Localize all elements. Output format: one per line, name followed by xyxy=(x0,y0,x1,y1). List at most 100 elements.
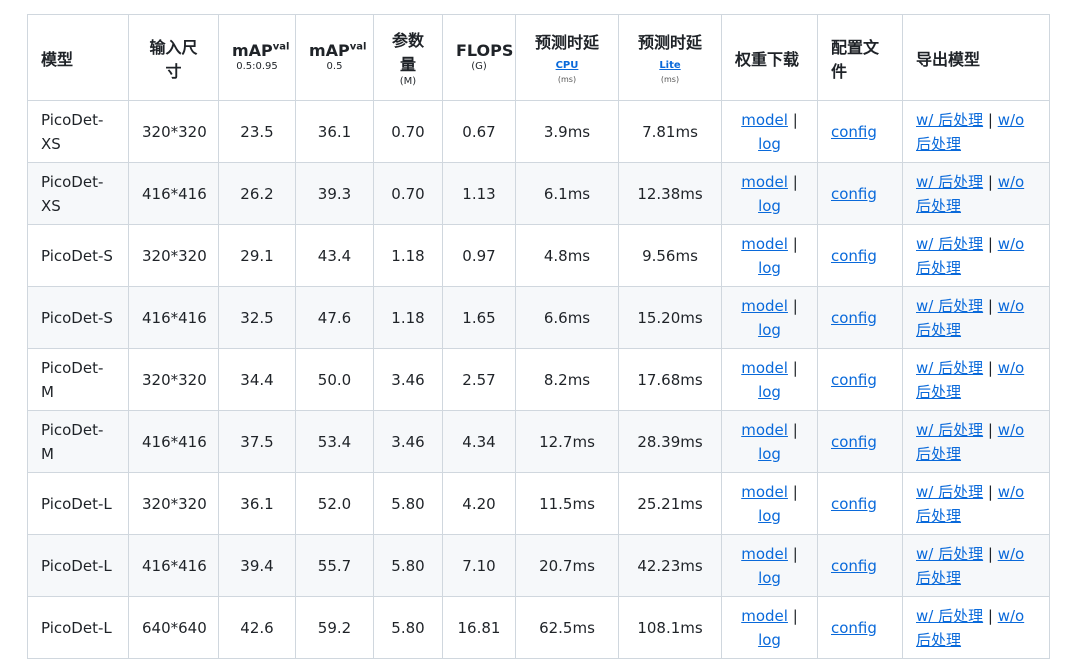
link-separator: | xyxy=(983,358,998,377)
model-weights-link[interactable]: model xyxy=(741,297,788,315)
link-separator: | xyxy=(983,420,998,439)
header-latency-cpu: 预测时延 CPU (ms) xyxy=(515,14,619,101)
config-link[interactable]: config xyxy=(831,619,877,637)
export-with-postprocess-link[interactable]: w/ 后处理 xyxy=(916,483,983,501)
table-row: PicoDet-XS 320*320 23.5 36.1 0.70 0.67 3.9ms 7.… xyxy=(27,100,1050,163)
cell-input-size: 640*640 xyxy=(128,596,219,659)
picodet-model-table: 模型 输入尺寸 mAPval 0.5:0.95 mAPval 0.5 参数量 (… xyxy=(27,14,1050,659)
model-weights-link[interactable]: model xyxy=(741,359,788,377)
training-log-link[interactable]: log xyxy=(758,321,781,339)
cell-model: PicoDet-S xyxy=(27,224,129,287)
config-link[interactable]: config xyxy=(831,433,877,451)
cell-map-0.5-0.95: 39.4 xyxy=(218,534,296,597)
export-with-postprocess-link[interactable]: w/ 后处理 xyxy=(916,359,983,377)
cell-latency-lite: 9.56ms xyxy=(618,224,722,287)
cell-latency-lite: 12.38ms xyxy=(618,162,722,225)
cell-params: 1.18 xyxy=(373,286,443,349)
header-map-0.5: mAPval 0.5 xyxy=(295,14,374,101)
export-with-postprocess-link[interactable]: w/ 后处理 xyxy=(916,173,983,191)
link-separator: | xyxy=(983,606,998,625)
model-weights-link[interactable]: model xyxy=(741,545,788,563)
training-log-link[interactable]: log xyxy=(758,259,781,277)
cell-map-0.5-0.95: 42.6 xyxy=(218,596,296,659)
link-separator: | xyxy=(787,544,798,563)
table-row: PicoDet-S 320*320 29.1 43.4 1.18 0.97 4.8ms 9.5… xyxy=(27,224,1050,287)
cell-input-size: 416*416 xyxy=(128,162,219,225)
cell-input-size: 320*320 xyxy=(128,100,219,163)
table-row: PicoDet-L 640*640 42.6 59.2 5.80 16.81 62.5ms 1… xyxy=(27,596,1050,659)
model-weights-link[interactable]: model xyxy=(741,111,788,129)
cell-config-file: config xyxy=(817,100,903,163)
config-link[interactable]: config xyxy=(831,185,877,203)
cell-latency-lite: 42.23ms xyxy=(618,534,722,597)
cell-flops: 1.65 xyxy=(442,286,516,349)
training-log-link[interactable]: log xyxy=(758,383,781,401)
config-link[interactable]: config xyxy=(831,309,877,327)
training-log-link[interactable]: log xyxy=(758,445,781,463)
link-separator: | xyxy=(787,172,798,191)
cell-map-0.5-0.95: 26.2 xyxy=(218,162,296,225)
model-weights-link[interactable]: model xyxy=(741,607,788,625)
link-separator: | xyxy=(983,482,998,501)
config-link[interactable]: config xyxy=(831,371,877,389)
model-weights-link[interactable]: model xyxy=(741,173,788,191)
lite-link[interactable]: Lite xyxy=(659,59,680,73)
table-row: PicoDet-L 416*416 39.4 55.7 5.80 7.10 20.7ms 42… xyxy=(27,534,1050,597)
cell-map-0.5: 53.4 xyxy=(295,410,374,473)
cell-config-file: config xyxy=(817,162,903,225)
cell-latency-cpu: 11.5ms xyxy=(515,472,619,535)
cell-model: PicoDet-S xyxy=(27,286,129,349)
model-weights-link[interactable]: model xyxy=(741,421,788,439)
export-with-postprocess-link[interactable]: w/ 后处理 xyxy=(916,111,983,129)
cell-model: PicoDet-M xyxy=(27,348,129,411)
cell-export-model: w/ 后处理 | w/o 后处理 xyxy=(902,410,1050,473)
table-row: PicoDet-M 416*416 37.5 53.4 3.46 4.34 12.7ms 28… xyxy=(27,410,1050,473)
model-weights-link[interactable]: model xyxy=(741,483,788,501)
cell-flops: 4.34 xyxy=(442,410,516,473)
cell-weights-download: model | log xyxy=(721,348,818,411)
config-link[interactable]: config xyxy=(831,247,877,265)
config-link[interactable]: config xyxy=(831,123,877,141)
header-input-size: 输入尺寸 xyxy=(128,14,219,101)
export-with-postprocess-link[interactable]: w/ 后处理 xyxy=(916,545,983,563)
export-with-postprocess-link[interactable]: w/ 后处理 xyxy=(916,421,983,439)
cell-params: 5.80 xyxy=(373,534,443,597)
cell-flops: 1.13 xyxy=(442,162,516,225)
model-weights-link[interactable]: model xyxy=(741,235,788,253)
header-export-model: 导出模型 xyxy=(902,14,1050,101)
cell-model: PicoDet-L xyxy=(27,596,129,659)
export-with-postprocess-link[interactable]: w/ 后处理 xyxy=(916,235,983,253)
cell-map-0.5-0.95: 29.1 xyxy=(218,224,296,287)
link-separator: | xyxy=(787,420,798,439)
cell-model: PicoDet-M xyxy=(27,410,129,473)
cell-weights-download: model | log xyxy=(721,286,818,349)
cpu-link[interactable]: CPU xyxy=(556,59,579,73)
cell-map-0.5-0.95: 32.5 xyxy=(218,286,296,349)
cell-export-model: w/ 后处理 | w/o 后处理 xyxy=(902,534,1050,597)
link-separator: | xyxy=(983,172,998,191)
training-log-link[interactable]: log xyxy=(758,507,781,525)
cell-weights-download: model | log xyxy=(721,534,818,597)
export-with-postprocess-link[interactable]: w/ 后处理 xyxy=(916,607,983,625)
cell-export-model: w/ 后处理 | w/o 后处理 xyxy=(902,286,1050,349)
table-row: PicoDet-L 320*320 36.1 52.0 5.80 4.20 11.5ms 25… xyxy=(27,472,1050,535)
config-link[interactable]: config xyxy=(831,557,877,575)
cell-export-model: w/ 后处理 | w/o 后处理 xyxy=(902,472,1050,535)
cell-latency-cpu: 4.8ms xyxy=(515,224,619,287)
link-separator: | xyxy=(787,234,798,253)
cell-params: 3.46 xyxy=(373,410,443,473)
cell-config-file: config xyxy=(817,534,903,597)
cell-config-file: config xyxy=(817,224,903,287)
cell-latency-lite: 28.39ms xyxy=(618,410,722,473)
config-link[interactable]: config xyxy=(831,495,877,513)
training-log-link[interactable]: log xyxy=(758,569,781,587)
cell-config-file: config xyxy=(817,286,903,349)
cell-latency-lite: 108.1ms xyxy=(618,596,722,659)
export-with-postprocess-link[interactable]: w/ 后处理 xyxy=(916,297,983,315)
training-log-link[interactable]: log xyxy=(758,135,781,153)
header-latency-lite: 预测时延 Lite (ms) xyxy=(618,14,722,101)
cell-latency-lite: 15.20ms xyxy=(618,286,722,349)
training-log-link[interactable]: log xyxy=(758,197,781,215)
cell-flops: 2.57 xyxy=(442,348,516,411)
training-log-link[interactable]: log xyxy=(758,631,781,649)
